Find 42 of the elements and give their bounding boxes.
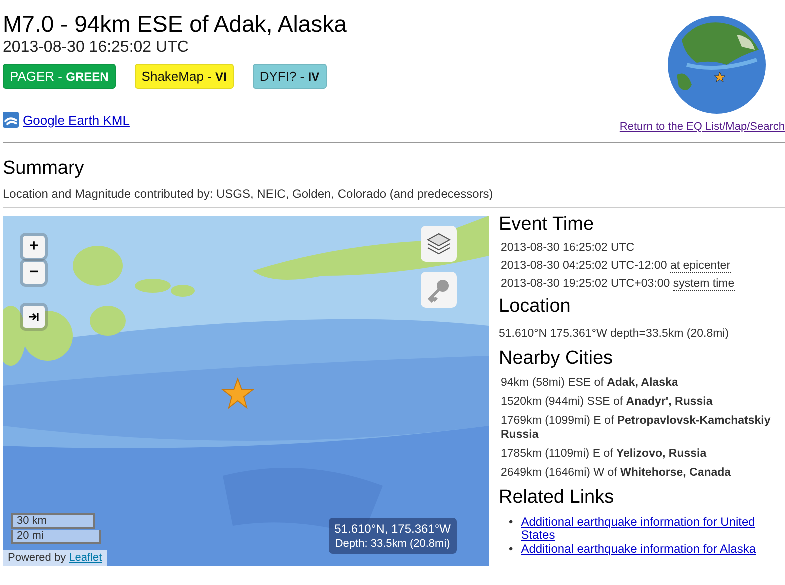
layers-icon bbox=[426, 231, 452, 257]
key-icon bbox=[426, 277, 452, 303]
page-title: M7.0 - 94km ESE of Adak, Alaska bbox=[3, 10, 347, 38]
time-note: system time bbox=[673, 278, 735, 291]
contributors-text: Location and Magnitude contributed by: USGS, NEIC, Golden, Colorado (and predecessors) bbox=[3, 187, 494, 201]
section-heading: Summary bbox=[3, 157, 86, 181]
nearby-city: 1520km (944mi) SSE of Anadyr', Russia bbox=[501, 395, 714, 409]
bullet: • bbox=[509, 543, 514, 556]
alert-badge[interactable]: DYFI? - IV bbox=[252, 64, 327, 89]
section-heading: Related Links bbox=[499, 486, 616, 510]
attribution-text: Powered by bbox=[8, 552, 66, 564]
kml-link[interactable]: Google Earth KML bbox=[23, 112, 130, 128]
coordinates-text: 51.610°N, 175.361°W bbox=[334, 522, 451, 536]
zoom-out-button[interactable]: − bbox=[23, 262, 45, 284]
related-link[interactable]: Additional earthquake information for United States bbox=[521, 516, 785, 542]
arrow-to-bar-icon bbox=[29, 313, 39, 321]
time-text: 2013-08-30 19:25:02 UTC+03:00 bbox=[501, 278, 670, 290]
nearby-city: 2649km (1646mi) W of Whitehorse, Canada bbox=[501, 466, 732, 480]
time-note: at epicenter bbox=[670, 260, 731, 273]
nearby-city: 1769km (1099mi) E of Petropavlovsk-Kamchatskiy Russia bbox=[501, 414, 772, 442]
nearby-city: 94km (58mi) ESE of Adak, Alaska bbox=[501, 376, 680, 390]
alert-badge[interactable]: ShakeMap - VI bbox=[134, 64, 234, 89]
bullet: • bbox=[509, 516, 514, 529]
kml-icon bbox=[3, 112, 19, 128]
attribution-link[interactable]: Leaflet bbox=[69, 552, 102, 564]
time-text: 2013-08-30 16:25:02 UTC bbox=[501, 242, 635, 254]
return-link[interactable]: Return to the EQ List/Map/Search bbox=[620, 121, 785, 133]
event-datetime: 2013-08-30 16:25:02 UTC bbox=[3, 38, 190, 58]
section-heading: Location bbox=[499, 295, 572, 319]
key-button[interactable] bbox=[421, 272, 457, 308]
nearby-city: 1785km (1109mi) E of Yelizovo, Russia bbox=[501, 447, 708, 461]
section-heading: Nearby Cities bbox=[499, 347, 614, 371]
coordinates-text: Depth: 33.5km (20.8mi) bbox=[334, 538, 451, 550]
layers-button[interactable] bbox=[421, 226, 457, 262]
scale-bar: 20 mi bbox=[11, 530, 101, 544]
location-text: 51.610°N 175.361°W depth=33.5km (20.8mi) bbox=[499, 327, 730, 341]
fit-bounds-button[interactable] bbox=[23, 306, 45, 328]
section-heading: Event Time bbox=[499, 213, 596, 237]
related-link[interactable]: Additional earthquake information for Alaska bbox=[521, 543, 756, 556]
scale-bar: 30 km bbox=[11, 513, 95, 529]
zoom-in-button[interactable]: + bbox=[23, 236, 45, 258]
time-text: 2013-08-30 04:25:02 UTC-12:00 bbox=[501, 260, 668, 272]
